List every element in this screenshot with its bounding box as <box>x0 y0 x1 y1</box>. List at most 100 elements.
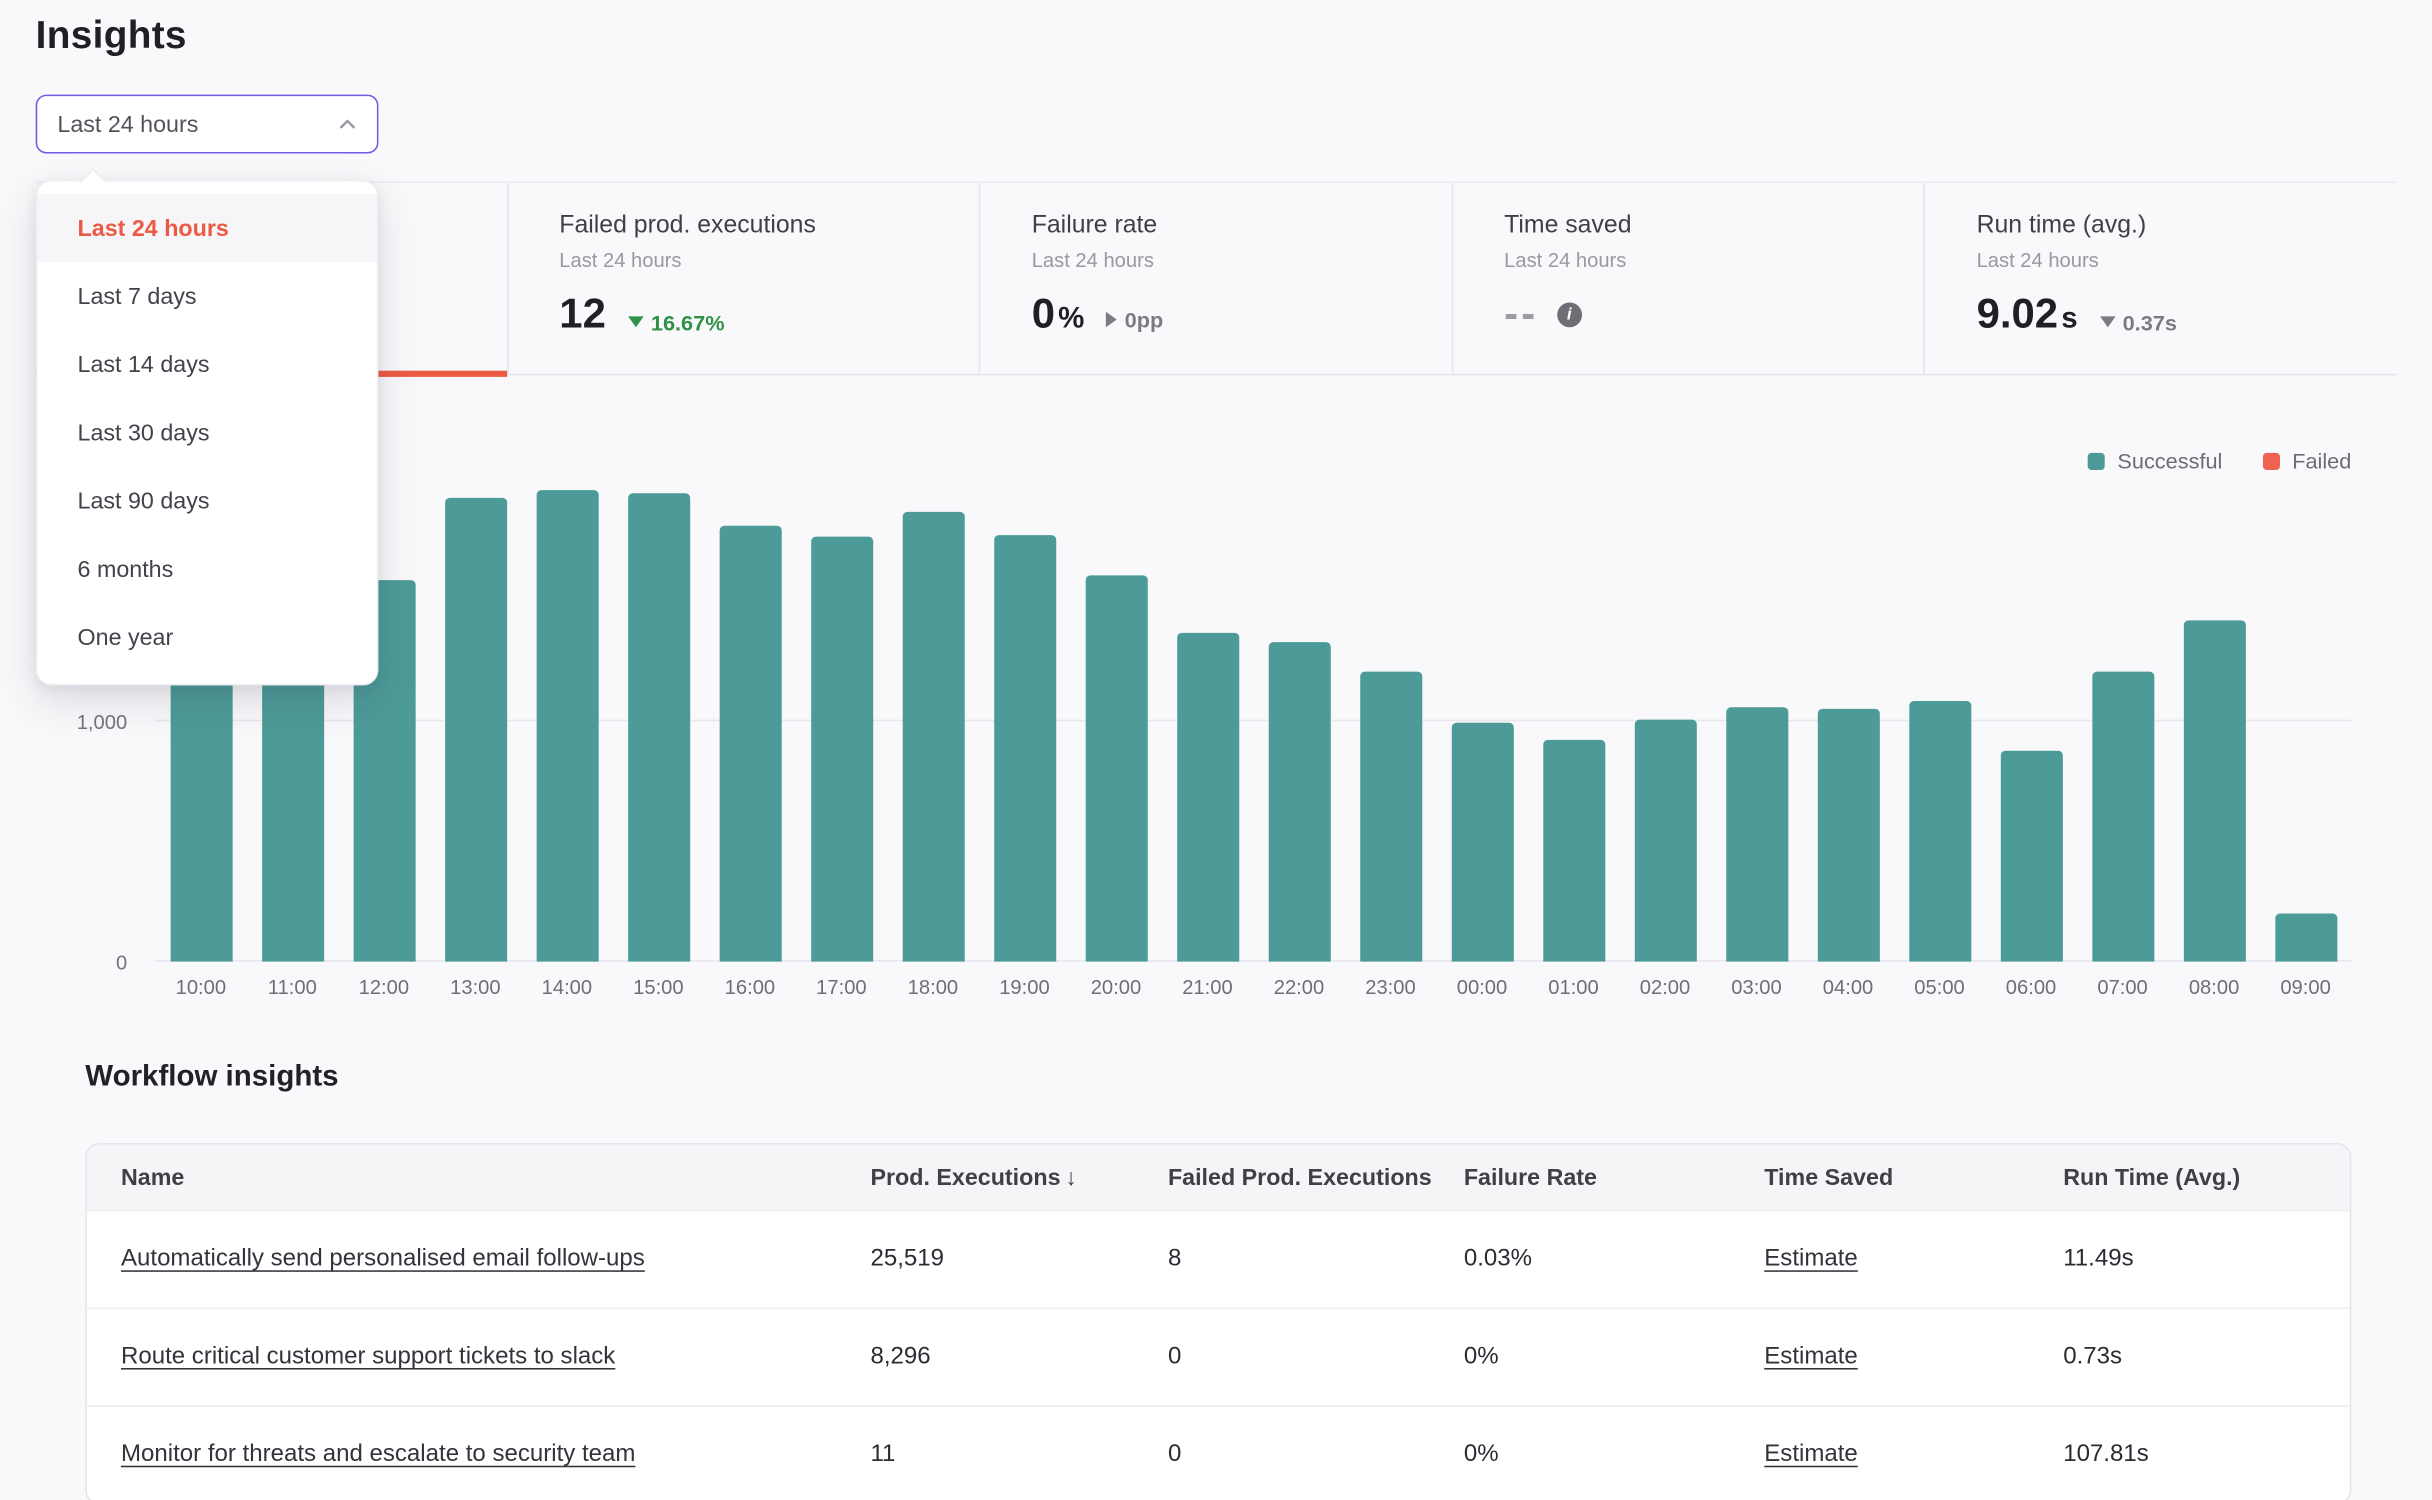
x-axis-label: 00:00 <box>1436 976 1528 999</box>
chart-bar[interactable] <box>2275 914 2337 962</box>
workflow-link-cell: Monitor for threats and escalate to secu… <box>87 1406 871 1500</box>
dropdown-option[interactable]: Last 7 days <box>37 262 377 330</box>
x-axis-label: 05:00 <box>1894 976 1986 999</box>
x-axis-label: 13:00 <box>430 976 522 999</box>
metric-card-tab[interactable]: Failure rateLast 24 hours0%0pp <box>979 183 1451 374</box>
card-title: Run time (avg.) <box>1977 212 2397 240</box>
x-axis-label: 07:00 <box>2077 976 2169 999</box>
legend-swatch <box>2263 452 2280 469</box>
chart-bar[interactable] <box>810 536 872 962</box>
chart-bar[interactable] <box>1451 722 1513 961</box>
card-delta: 0pp <box>1106 307 1163 332</box>
chart-bar[interactable] <box>627 493 689 962</box>
chart-bar[interactable] <box>1085 576 1147 962</box>
column-header-prod-executions[interactable]: Prod. Executions↓ <box>870 1145 1167 1211</box>
card-subtitle: Last 24 hours <box>1977 248 2397 271</box>
legend-label: Failed <box>2292 448 2351 473</box>
page-title: Insights <box>36 14 187 59</box>
card-title: Failure rate <box>1032 212 1452 240</box>
column-header-name[interactable]: Name <box>87 1145 871 1211</box>
table-header-row: Name Prod. Executions↓ Failed Prod. Exec… <box>87 1145 2350 1211</box>
legend-item[interactable]: Successful <box>2088 448 2222 473</box>
chart-bar[interactable] <box>2000 751 2062 961</box>
x-axis-label: 18:00 <box>887 976 979 999</box>
chart-bar[interactable] <box>993 535 1055 962</box>
estimate-link[interactable]: Estimate <box>1764 1343 1858 1369</box>
table-row: Automatically send personalised email fo… <box>87 1211 2350 1309</box>
dropdown-option[interactable]: Last 90 days <box>37 467 377 535</box>
workflow-link[interactable]: Automatically send personalised email fo… <box>121 1245 645 1271</box>
card-delta-value: 16.67% <box>651 309 725 334</box>
chart-bar[interactable] <box>1176 632 1238 961</box>
legend-label: Successful <box>2117 448 2222 473</box>
column-header-failed-prod-executions[interactable]: Failed Prod. Executions <box>1168 1145 1464 1211</box>
chart-bar[interactable] <box>1542 739 1604 961</box>
metric-card-tab[interactable]: Run time (avg.)Last 24 hours9.02s0.37s <box>1924 183 2396 374</box>
time-range-select-value: Last 24 hours <box>57 111 198 137</box>
run-time-cell: 11.49s <box>2063 1211 2350 1309</box>
legend-item[interactable]: Failed <box>2263 448 2352 473</box>
x-axis-label: 11:00 <box>247 976 339 999</box>
estimate-link[interactable]: Estimate <box>1764 1245 1858 1271</box>
card-subtitle: Last 24 hours <box>1504 248 1924 271</box>
dropdown-option[interactable]: 6 months <box>37 535 377 603</box>
chart-bar[interactable] <box>2183 620 2245 961</box>
chart-bar[interactable] <box>536 490 598 961</box>
chart-bar[interactable] <box>170 661 232 962</box>
chart-bar[interactable] <box>1634 720 1696 962</box>
chart-bar[interactable] <box>1909 701 1971 962</box>
x-axis-label: 02:00 <box>1619 976 1711 999</box>
card-subtitle: Last 24 hours <box>1032 248 1452 271</box>
chart-bar[interactable] <box>1726 707 1788 962</box>
prod-executions-cell: 11 <box>870 1406 1167 1500</box>
metric-card-tab[interactable]: Time savedLast 24 hours--i <box>1451 183 1923 374</box>
estimate-link[interactable]: Estimate <box>1764 1441 1858 1467</box>
workflow-link-cell: Route critical customer support tickets … <box>87 1308 871 1406</box>
x-axis-label: 15:00 <box>613 976 705 999</box>
legend-swatch <box>2088 452 2105 469</box>
card-subtitle: Last 24 hours <box>559 248 979 271</box>
dropdown-option[interactable]: One year <box>37 603 377 671</box>
chart-bar[interactable] <box>902 512 964 962</box>
workflow-link[interactable]: Route critical customer support tickets … <box>121 1343 615 1369</box>
chart-bar[interactable] <box>719 526 781 961</box>
x-axis-label: 10:00 <box>155 976 247 999</box>
chart-bar[interactable] <box>2092 672 2154 962</box>
workflow-link[interactable]: Monitor for threats and escalate to secu… <box>121 1441 635 1467</box>
dropdown-option[interactable]: Last 14 days <box>37 330 377 398</box>
chart-legend: Successful Failed <box>2088 448 2351 473</box>
estimate-link-cell: Estimate <box>1764 1308 2063 1406</box>
time-range-select[interactable]: Last 24 hours <box>36 95 379 154</box>
x-axis-label: 17:00 <box>796 976 888 999</box>
column-header-time-saved[interactable]: Time Saved <box>1764 1145 2063 1211</box>
triangle-down-icon <box>628 316 644 327</box>
run-time-cell: 107.81s <box>2063 1406 2350 1500</box>
card-value-unit: % <box>1058 302 1084 336</box>
card-value: 9.02 <box>1977 290 2059 338</box>
metric-card-tab[interactable]: Failed prod. executionsLast 24 hours1216… <box>507 183 979 374</box>
chart-bar[interactable] <box>1268 642 1330 962</box>
x-axis-label: 03:00 <box>1711 976 1803 999</box>
x-axis-label: 04:00 <box>1802 976 1894 999</box>
x-axis-label: 16:00 <box>704 976 796 999</box>
failed-executions-cell: 8 <box>1168 1211 1464 1309</box>
workflow-link-cell: Automatically send personalised email fo… <box>87 1211 871 1309</box>
column-header-run-time[interactable]: Run Time (Avg.) <box>2063 1145 2350 1211</box>
dropdown-option[interactable]: Last 30 days <box>37 399 377 467</box>
chart-bar[interactable] <box>444 498 506 962</box>
failure-rate-cell: 0.03% <box>1464 1211 1764 1309</box>
prod-executions-cell: 25,519 <box>870 1211 1167 1309</box>
card-title: Failed prod. executions <box>559 212 979 240</box>
chart-bar[interactable] <box>261 649 323 962</box>
x-axis-label: 09:00 <box>2260 976 2352 999</box>
info-icon[interactable]: i <box>1557 302 1582 327</box>
x-axis-label: 20:00 <box>1070 976 1162 999</box>
card-delta: 16.67% <box>628 309 725 334</box>
card-value: -- <box>1504 290 1538 338</box>
chart-bar[interactable] <box>1359 672 1421 962</box>
y-axis-label: 1,000 <box>37 710 127 733</box>
x-axis-label: 23:00 <box>1345 976 1437 999</box>
chart-bar[interactable] <box>1817 709 1879 961</box>
column-header-failure-rate[interactable]: Failure Rate <box>1464 1145 1764 1211</box>
dropdown-option[interactable]: Last 24 hours <box>37 194 377 262</box>
